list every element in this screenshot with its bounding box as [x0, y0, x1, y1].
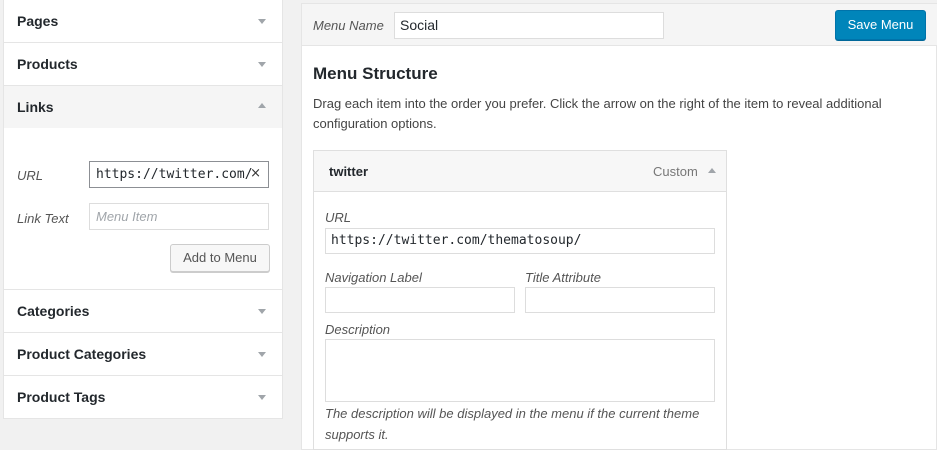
description-textarea[interactable] — [325, 339, 715, 402]
menu-header-bar: Menu Name Social Save Menu — [302, 4, 937, 46]
accordion-title: Products — [17, 56, 78, 72]
menu-item-twitter[interactable]: twitter Custom URL https://twitter.com/t… — [313, 150, 727, 450]
menu-structure-title: Menu Structure — [313, 64, 438, 83]
accordion-title: Pages — [17, 13, 59, 29]
menu-structure-description: Drag each item into the order you prefer… — [313, 96, 882, 131]
item-url-input[interactable]: https://twitter.com/thematosoup/ — [325, 228, 715, 254]
clear-icon[interactable]: × — [250, 166, 261, 181]
chevron-up-icon[interactable] — [258, 103, 266, 108]
description-label: Description — [325, 322, 391, 337]
menu-name-input[interactable]: Social — [394, 12, 664, 39]
chevron-up-icon[interactable] — [708, 168, 716, 173]
accordion-categories[interactable]: Categories — [4, 290, 282, 333]
link-text-input[interactable]: Menu Item — [89, 203, 269, 230]
save-menu-button[interactable]: Save Menu — [835, 10, 926, 40]
accordion-header-pages[interactable]: Pages — [4, 0, 282, 42]
accordion-title: Categories — [17, 303, 90, 319]
description-help-text: The description will be displayed in the… — [325, 406, 700, 442]
url-input[interactable]: https://twitter.com/ × — [89, 161, 269, 188]
accordion-header-product-categories[interactable]: Product Categories — [4, 333, 282, 375]
add-to-menu-button[interactable]: Add to Menu — [170, 244, 270, 272]
accordion-pages[interactable]: Pages — [4, 0, 282, 43]
url-input-value: https://twitter.com/ — [96, 167, 253, 182]
url-label: URL — [17, 168, 44, 183]
chevron-down-icon[interactable] — [258, 62, 266, 67]
accordion-products[interactable]: Products — [4, 43, 282, 86]
menu-management-panel: Menu Name Social Save Menu Menu Structur… — [301, 3, 937, 450]
accordion-title: Links — [17, 99, 54, 115]
chevron-down-icon[interactable] — [258, 309, 266, 314]
accordion-title: Product Categories — [17, 346, 147, 362]
accordion-title: Product Tags — [17, 389, 106, 405]
add-menu-items-panel: Pages Products Links URL https://twitter… — [3, 0, 283, 419]
menu-item-handle[interactable]: twitter Custom — [314, 151, 726, 192]
chevron-down-icon[interactable] — [258, 19, 266, 24]
accordion-product-tags[interactable]: Product Tags — [4, 376, 282, 419]
accordion-header-categories[interactable]: Categories — [4, 290, 282, 332]
chevron-down-icon[interactable] — [258, 395, 266, 400]
accordion-header-products[interactable]: Products — [4, 43, 282, 85]
navigation-label-label: Navigation Label — [325, 270, 422, 285]
accordion-header-product-tags[interactable]: Product Tags — [4, 376, 282, 418]
title-attribute-input[interactable] — [525, 287, 715, 313]
accordion-header-links[interactable]: Links — [4, 86, 282, 128]
menu-item-type: Custom — [653, 164, 698, 179]
navigation-label-input[interactable] — [325, 287, 515, 313]
menu-name-label: Menu Name — [313, 18, 384, 33]
item-url-label: URL — [325, 210, 352, 225]
chevron-down-icon[interactable] — [258, 352, 266, 357]
accordion-product-categories[interactable]: Product Categories — [4, 333, 282, 376]
menu-item-title: twitter — [329, 164, 368, 179]
link-text-label: Link Text — [17, 211, 69, 226]
title-attribute-label: Title Attribute — [525, 270, 601, 285]
